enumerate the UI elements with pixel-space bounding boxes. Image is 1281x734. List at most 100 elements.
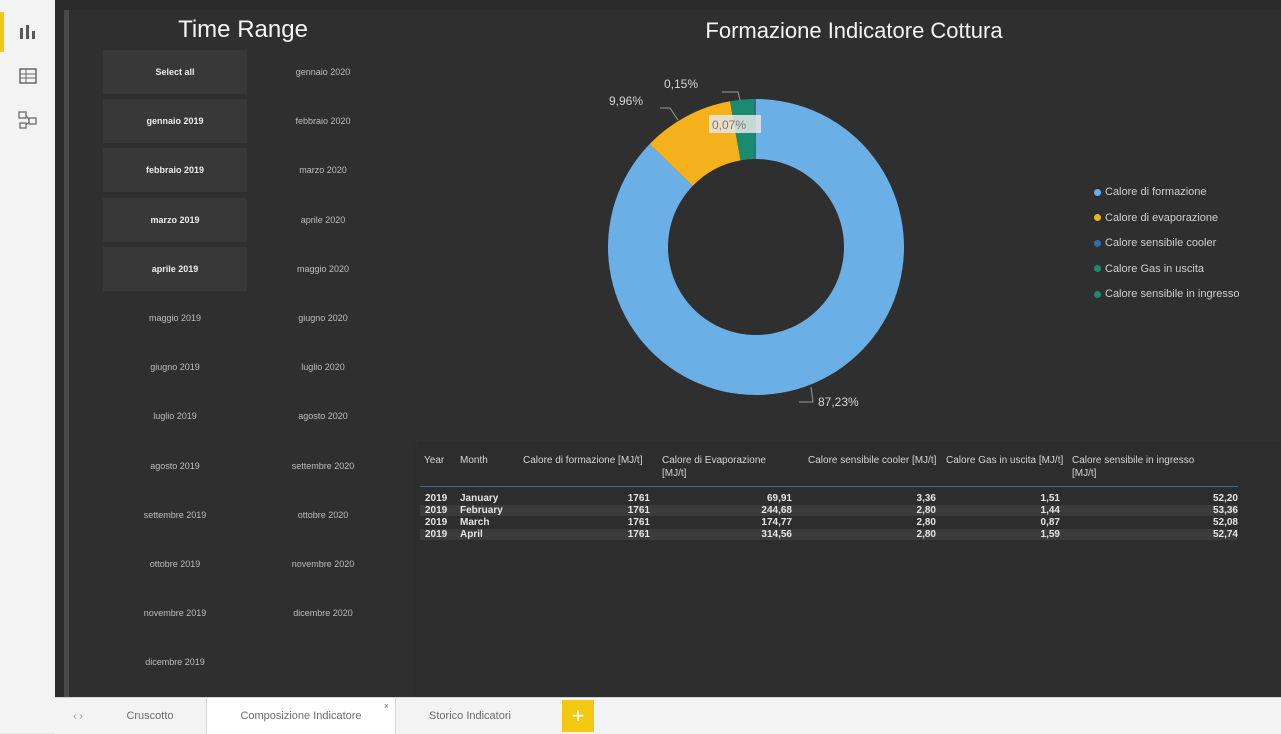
slicer-item[interactable]: ottobre 2020 bbox=[251, 493, 395, 537]
table-cell: February bbox=[460, 505, 503, 516]
slicer-item[interactable]: maggio 2019 bbox=[103, 296, 247, 340]
slicer-item[interactable]: giugno 2019 bbox=[103, 345, 247, 389]
table-cell: January bbox=[460, 493, 499, 504]
slicer-item[interactable]: marzo 2019 bbox=[103, 197, 247, 242]
pct-label-formazione: 87,23% bbox=[818, 395, 859, 409]
table-cell: 53,36 bbox=[1212, 505, 1238, 516]
slicer-item[interactable]: novembre 2020 bbox=[251, 542, 395, 586]
table-cell: 52,20 bbox=[1212, 493, 1238, 504]
pct-label-evaporazione: 9,96% bbox=[609, 94, 643, 108]
report-view-icon[interactable] bbox=[16, 20, 40, 44]
donut-chart-panel: Formazione Indicatore Cottura 0,15% 9,96… bbox=[414, 10, 1281, 442]
table-row[interactable]: 2019 January 1761 69,91 3,36 1,51 52,20 bbox=[420, 493, 1238, 504]
table-cell: 69,91 bbox=[766, 493, 792, 504]
table-cell: 2019 bbox=[425, 517, 448, 528]
table-cell: 244,68 bbox=[761, 505, 792, 516]
add-page-button[interactable]: + bbox=[562, 700, 594, 732]
legend-item[interactable]: Calore di formazione bbox=[1094, 186, 1207, 198]
table-row[interactable]: 2019 April 1761 314,56 2,80 1,59 52,74 bbox=[420, 529, 1238, 540]
table-cell: 2019 bbox=[425, 493, 448, 504]
slicer-item[interactable]: febbraio 2019 bbox=[103, 148, 247, 193]
left-nav bbox=[0, 0, 56, 733]
tab-label: Storico Indicatori bbox=[429, 710, 511, 722]
page-tabs-bar: ‹ › Cruscotto Composizione Indicatore × Sto… bbox=[55, 697, 1281, 734]
table-cell: 1761 bbox=[627, 529, 650, 540]
table-cell: 52,08 bbox=[1212, 517, 1238, 528]
legend-dot-icon bbox=[1094, 290, 1101, 298]
slicer-item[interactable]: maggio 2020 bbox=[251, 247, 395, 291]
table-cell: 2019 bbox=[425, 505, 448, 516]
legend-dot-icon bbox=[1094, 239, 1101, 247]
slicer-title: Time Range bbox=[178, 16, 308, 43]
table-row[interactable]: 2019 February 1761 244,68 2,80 1,44 53,36 bbox=[420, 505, 1238, 516]
slicer-item[interactable]: luglio 2019 bbox=[103, 394, 247, 438]
table-cell: 2,80 bbox=[916, 505, 936, 516]
legend-label: Calore Gas in uscita bbox=[1105, 262, 1205, 275]
table-cell: March bbox=[460, 517, 490, 528]
table-cell: 0,87 bbox=[1040, 517, 1060, 528]
tab-label: Cruscotto bbox=[126, 710, 174, 722]
table-cell: 1761 bbox=[627, 505, 650, 516]
slicer-item[interactable]: gennaio 2019 bbox=[103, 99, 247, 144]
close-tab-icon[interactable]: × bbox=[384, 701, 389, 711]
slicer-item[interactable]: settembre 2020 bbox=[251, 444, 395, 488]
legend-item[interactable]: Calore di evaporazione bbox=[1094, 212, 1218, 224]
table-row[interactable]: 2019 March 1761 174,77 2,80 0,87 52,08 bbox=[420, 517, 1238, 528]
table-cell: 1761 bbox=[627, 517, 650, 528]
table-cell: 52,74 bbox=[1212, 529, 1238, 540]
legend-dot-icon bbox=[1094, 214, 1101, 221]
legend-item[interactable]: Calore Gas in uscita bbox=[1094, 263, 1204, 275]
slicer-item[interactable]: agosto 2020 bbox=[251, 394, 395, 438]
donut-chart: 0,15% 9,96% 0,07% 87,23% bbox=[608, 77, 904, 409]
slicer-item[interactable]: ottobre 2019 bbox=[103, 542, 247, 586]
slicer-item[interactable]: settembre 2019 bbox=[103, 493, 247, 537]
data-table bbox=[414, 445, 1281, 697]
table-header-divider bbox=[420, 486, 1238, 487]
slicer-item[interactable]: novembre 2019 bbox=[103, 591, 247, 635]
legend-dot-icon bbox=[1094, 265, 1101, 272]
table-column-header[interactable]: Calore sensibile cooler [MJ/t] bbox=[808, 454, 938, 467]
tab-storico-indicatori[interactable]: Storico Indicatori bbox=[415, 698, 525, 734]
slicer-item[interactable]: aprile 2019 bbox=[103, 246, 247, 291]
table-column-header[interactable]: Calore di Evaporazione [MJ/t] bbox=[662, 454, 792, 480]
legend-dot-icon bbox=[1094, 188, 1101, 196]
table-cell: 2,80 bbox=[916, 529, 936, 540]
table-column-header[interactable]: Calore sensibile in ingresso [MJ/t] bbox=[1072, 454, 1202, 480]
table-column-header[interactable]: Year bbox=[424, 454, 464, 467]
slicer-item[interactable]: agosto 2019 bbox=[103, 444, 247, 488]
table-column-header[interactable]: Calore di formazione [MJ/t] bbox=[523, 454, 653, 467]
active-view-indicator bbox=[0, 12, 4, 52]
legend-label: Calore sensibile cooler bbox=[1105, 237, 1217, 249]
legend-label: Calore di formazione bbox=[1105, 186, 1207, 198]
data-view-icon[interactable] bbox=[16, 64, 40, 88]
slicer-item[interactable]: marzo 2020 bbox=[251, 148, 395, 192]
legend-item[interactable]: Calore sensibile in ingresso bbox=[1094, 288, 1240, 300]
slicer-item[interactable]: gennaio 2020 bbox=[251, 50, 395, 94]
slicer-item[interactable]: giugno 2020 bbox=[251, 296, 395, 340]
tab-label: Composizione Indicatore bbox=[240, 710, 362, 722]
table-column-header[interactable]: Calore Gas in uscita [MJ/t] bbox=[946, 454, 1076, 467]
table-cell: April bbox=[460, 529, 483, 540]
table-cell: 1,51 bbox=[1040, 493, 1060, 504]
time-range-slicer: Time Range Select all gennaio 2020 gennaio… bbox=[64, 10, 417, 697]
table-column-header[interactable]: Month bbox=[460, 454, 500, 467]
slicer-item[interactable]: luglio 2020 bbox=[251, 345, 395, 389]
legend-item[interactable]: Calore sensibile cooler bbox=[1094, 237, 1216, 249]
pct-label-gas: 0,07% bbox=[712, 118, 746, 132]
slicer-item[interactable]: aprile 2020 bbox=[251, 198, 395, 242]
table-cell: 314,56 bbox=[761, 529, 792, 540]
table-cell: 2019 bbox=[425, 529, 448, 540]
model-view-icon[interactable] bbox=[16, 108, 40, 132]
table-cell: 1761 bbox=[627, 493, 650, 504]
slicer-item[interactable]: dicembre 2019 bbox=[103, 640, 247, 684]
slicer-item[interactable]: Select all bbox=[103, 50, 247, 94]
legend-label: Calore di evaporazione bbox=[1105, 211, 1219, 224]
slicer-item[interactable]: dicembre 2020 bbox=[251, 591, 395, 635]
table-cell: 1,59 bbox=[1040, 529, 1060, 540]
legend-label: Calore sensibile in ingresso bbox=[1105, 288, 1240, 300]
tab-scroll-arrows[interactable]: ‹ › bbox=[63, 698, 93, 734]
tab-cruscotto[interactable]: Cruscotto bbox=[111, 698, 189, 734]
slicer-item[interactable]: febbraio 2020 bbox=[251, 99, 395, 143]
tab-composizione-indicatore[interactable]: Composizione Indicatore × bbox=[206, 698, 396, 734]
table-cell: 2,80 bbox=[916, 517, 936, 528]
